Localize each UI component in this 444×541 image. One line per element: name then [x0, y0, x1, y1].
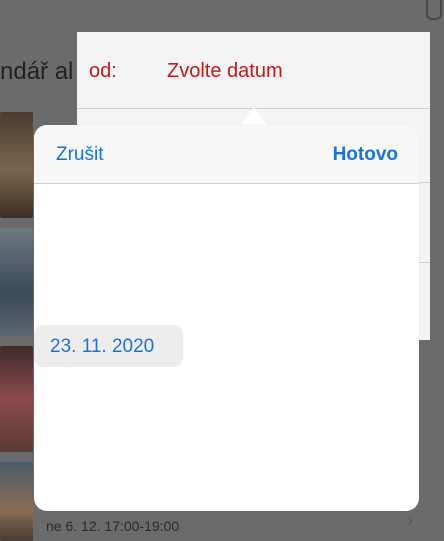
date-picker-field[interactable]: 23. 11. 2020 — [34, 325, 183, 367]
popover-toolbar: Zrušit Hotovo — [34, 125, 419, 184]
event-thumbnail[interactable] — [0, 462, 33, 541]
share-icon[interactable] — [426, 0, 442, 20]
event-thumbnail[interactable] — [0, 112, 33, 218]
event-thumbnail[interactable] — [0, 346, 33, 452]
popover-arrow — [241, 107, 267, 125]
done-button[interactable]: Hotovo — [333, 144, 398, 166]
event-date: ne 6. 12. 17:00-19:00 — [46, 518, 180, 534]
from-date-value[interactable]: Zvolte datum — [167, 60, 283, 83]
date-picker-popover: Zrušit Hotovo 23. 11. 2020 — [34, 125, 419, 511]
page-title: ndář al — [0, 58, 74, 85]
chevron-right-icon: › — [407, 510, 413, 530]
selected-date: 23. 11. 2020 — [50, 336, 155, 357]
from-date-row[interactable]: od: Zvolte datum — [77, 32, 430, 109]
event-thumbnail[interactable] — [0, 228, 33, 336]
cancel-button[interactable]: Zrušit — [56, 144, 104, 166]
from-label: od: — [89, 60, 117, 82]
